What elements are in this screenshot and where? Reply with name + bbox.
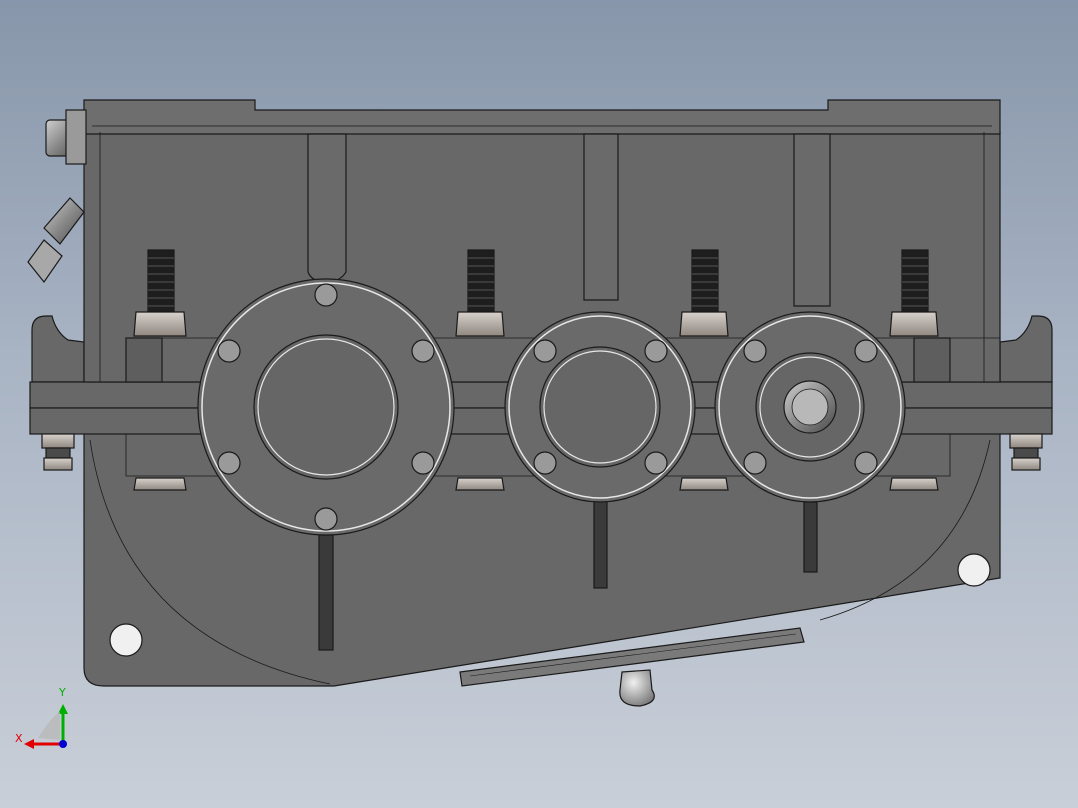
left-lug — [31, 315, 85, 383]
mounting-hole-left — [109, 623, 143, 657]
lower-rib-3 — [803, 501, 818, 573]
graphics-viewport[interactable]: Y X — [0, 0, 1078, 808]
lower-rib-1 — [318, 534, 334, 651]
drain-plug — [619, 669, 655, 707]
gearbox-model[interactable] — [0, 0, 1078, 808]
bearing-cap-2 — [504, 311, 696, 503]
oil-gauge — [27, 109, 87, 284]
bearing-cap-1 — [197, 278, 455, 536]
lug-bolt-right — [1009, 433, 1043, 471]
lug-bolt-left — [41, 433, 75, 471]
axis-label-y: Y — [59, 686, 66, 699]
axis-label-x: X — [15, 732, 23, 745]
right-lug — [999, 315, 1053, 383]
lower-rib-2 — [593, 499, 608, 589]
mounting-hole-right — [957, 553, 991, 587]
axis-triad — [24, 704, 68, 749]
top-cover — [83, 99, 1001, 135]
bearing-cap-3 — [714, 311, 906, 503]
